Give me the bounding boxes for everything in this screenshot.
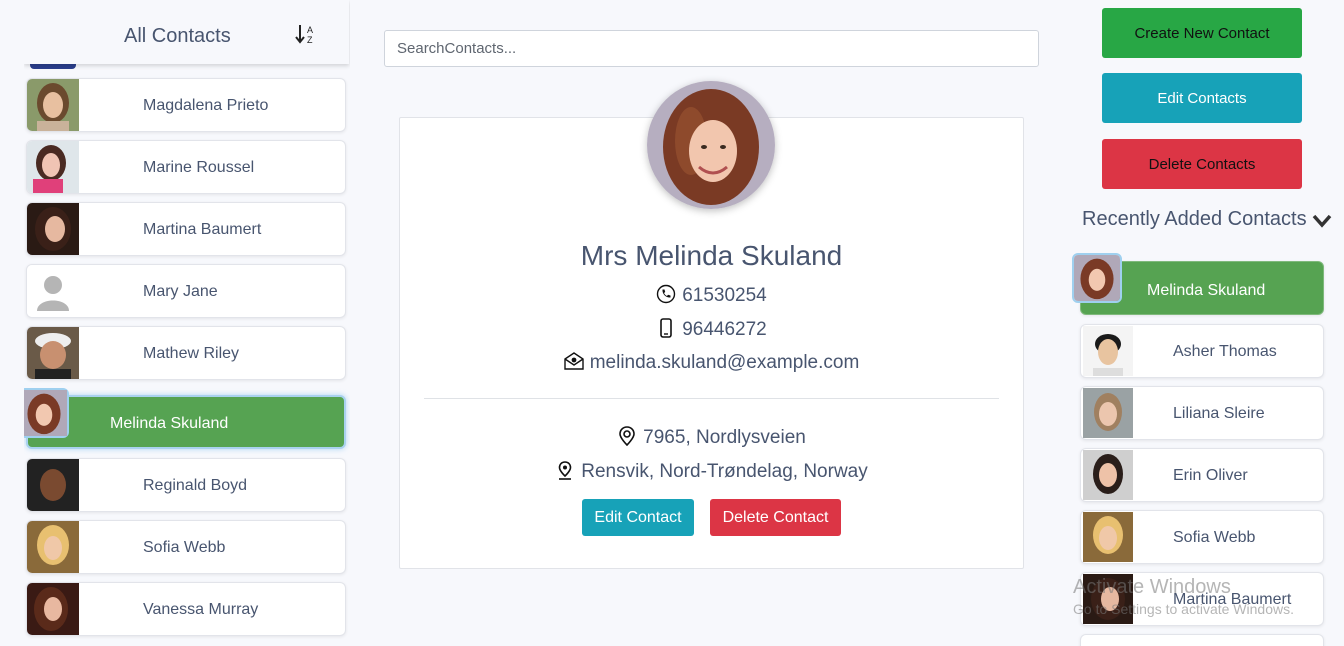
recent-contact-name: Erin Oliver [1173,467,1248,484]
all-contacts-header: All Contacts A Z [24,0,349,64]
contact-photo [647,81,775,209]
all-contacts-title: All Contacts [124,25,231,47]
avatar [27,327,79,379]
email-address: melinda.skuland@example.com [589,352,860,373]
contact-item[interactable]: Marine Roussel [26,140,346,194]
recent-contact-item[interactable]: Erin Oliver [1080,448,1324,502]
recent-contact-item[interactable]: Liliana Sleire [1080,386,1324,440]
edit-contact-button[interactable]: Edit Contact [582,499,694,536]
avatar [27,459,79,511]
contact-name: Sofia Webb [143,539,226,556]
avatar [1083,388,1133,438]
recent-contact-name: Melinda Skuland [1147,282,1266,299]
avatar [27,265,79,317]
location-pin-icon [558,461,572,480]
contact-name: Marine Roussel [143,159,255,176]
delete-contact-button[interactable]: Delete Contact [710,499,841,536]
contact-name: Melinda Skuland [110,415,229,432]
watermark-line2: Go to Settings to activate Windows. [1073,601,1294,617]
recent-contact-item-active[interactable]: Melinda Skuland [1072,253,1324,315]
avatar [27,583,79,635]
activate-windows-watermark: Activate Windows Go to Settings to activ… [1073,576,1294,617]
avatar [1083,512,1133,562]
phone-number: 61530254 [682,285,767,306]
recent-contact-name: Asher Thomas [1173,343,1277,360]
recent-contact-name: Liliana Sleire [1173,405,1265,422]
edit-contacts-button[interactable]: Edit Contacts [1102,73,1302,123]
delete-contacts-button[interactable]: Delete Contacts [1102,139,1302,189]
watermark-line1: Activate Windows [1073,576,1231,598]
all-contacts-panel: All Contacts A Z Magdalena Prieto Marine… [24,0,350,646]
recently-added-title: Recently Added Contacts [1082,208,1307,230]
contact-item[interactable]: Martina Baumert [26,202,346,256]
avatar [1083,326,1133,376]
street-row: 7965, Nordlysveien [399,426,1024,449]
city-state-country: Rensvik, Nord-Trøndelag, Norway [581,461,868,482]
contact-name: Vanessa Murray [143,601,259,618]
sort-alpha-down-icon[interactable]: A Z [294,22,318,46]
contact-name: Reginald Boyd [143,477,248,494]
contact-item-active[interactable]: Melinda Skuland [24,388,346,449]
avatar [1072,253,1122,303]
cell-number: 96446272 [682,319,767,340]
create-new-contact-button[interactable]: Create New Contact [1102,8,1302,58]
contact-name: Magdalena Prieto [143,97,269,114]
recent-contact-item[interactable]: Sofia Webb [1080,510,1324,564]
avatar [27,79,79,131]
phone-icon [657,284,676,304]
email-icon [564,352,584,370]
contact-item[interactable]: Reginald Boyd [26,458,346,512]
search-input[interactable] [384,30,1039,67]
contact-item[interactable]: Mary Jane [26,264,346,318]
avatar [27,141,79,193]
contact-name: Mathew Riley [143,345,240,362]
chevron-down-icon[interactable] [1312,212,1332,230]
recent-contact-item[interactable]: Asher Thomas [1080,324,1324,378]
email-row: melinda.skuland@example.com [399,351,1024,374]
cell-row: 96446272 [399,318,1024,341]
avatar [1083,450,1133,500]
recent-contact-name: Sofia Webb [1173,529,1256,546]
mobile-icon [660,318,673,338]
avatar [27,203,79,255]
contact-name: Martina Baumert [143,221,262,238]
contact-item[interactable]: Magdalena Prieto [26,78,346,132]
street-address: 7965, Nordlysveien [643,427,806,448]
svg-text:A: A [307,25,313,35]
recent-contact-item-partial[interactable] [1080,634,1324,646]
contact-item[interactable]: Mathew Riley [26,326,346,380]
contact-item[interactable]: Sofia Webb [26,520,346,574]
contact-full-name: Mrs Melinda Skuland [580,240,843,271]
svg-text:Z: Z [307,35,313,45]
phone-row: 61530254 [399,284,1024,307]
contact-item[interactable]: Vanessa Murray [26,582,346,636]
avatar [24,388,69,438]
avatar [27,521,79,573]
address-pin-icon [619,426,635,446]
contact-name: Mary Jane [143,283,218,300]
detail-divider [424,398,999,399]
location-row: Rensvik, Nord-Trøndelag, Norway [399,460,1024,483]
